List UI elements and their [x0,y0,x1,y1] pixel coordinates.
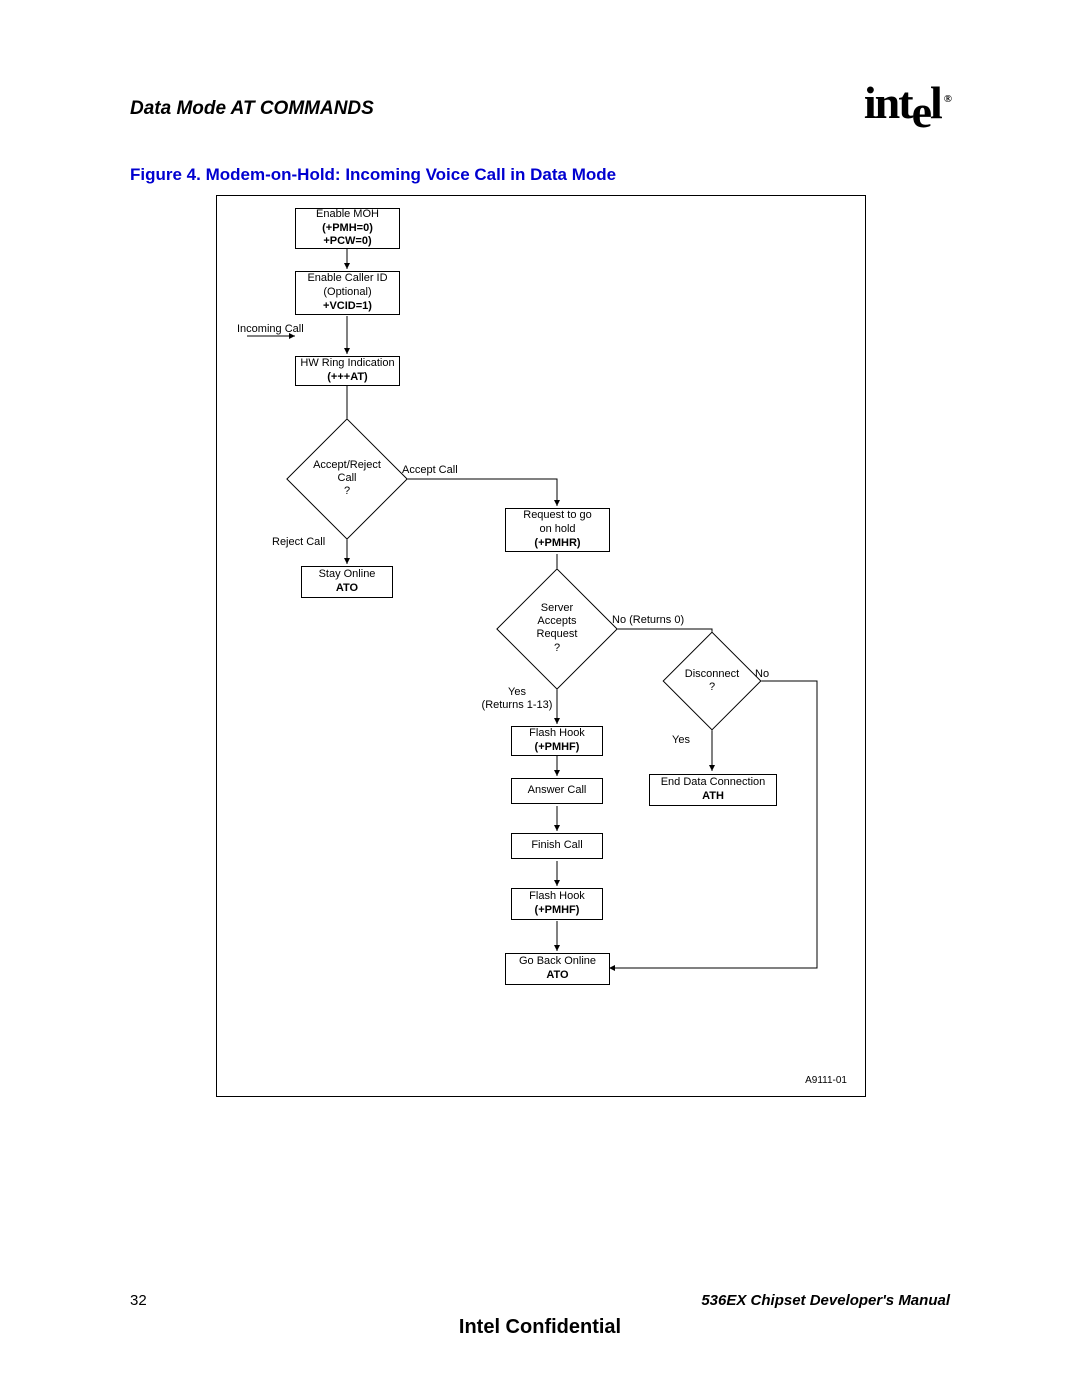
node-flash-hook-2: Flash Hook (+PMHF) [511,888,603,920]
confidential-label: Intel Confidential [0,1316,1080,1339]
decision-disconnect-label: Disconnect ? [662,668,762,694]
label-accept-call: Accept Call [402,464,458,477]
node-stay-online: Stay Online ATO [301,566,393,598]
decision-accept-reject-label: Accept/Reject Call ? [297,459,397,499]
node-end-data: End Data Connection ATH [649,774,777,806]
page-footer: 32 536EX Chipset Developer's Manual [130,1292,950,1309]
node-flash-hook-1: Flash Hook (+PMHF) [511,726,603,756]
label-yes-returns: Yes(Returns 1-13) [477,686,557,712]
label-incoming-call: Incoming Call [237,323,304,336]
figure-number: A9111-01 [805,1075,847,1086]
node-hw-ring: HW Ring Indication (+++AT) [295,356,400,386]
node-answer-call: Answer Call [511,778,603,804]
label-reject-call: Reject Call [272,536,325,549]
section-title: Data Mode AT COMMANDS [130,98,374,120]
node-finish-call: Finish Call [511,833,603,859]
intel-logo: intel® [864,76,950,129]
flowchart-frame: Enable MOH (+PMH=0) +PCW=0) Enable Calle… [216,195,866,1097]
decision-server-accepts-label: Server Accepts Request ? [507,602,607,655]
label-disconnect-no: No [755,668,769,681]
manual-title: 536EX Chipset Developer's Manual [701,1292,950,1309]
figure-caption: Figure 4. Modem-on-Hold: Incoming Voice … [130,165,616,185]
node-go-back-online: Go Back Online ATO [505,953,610,985]
label-no-returns: No (Returns 0) [612,614,684,627]
node-enable-cid: Enable Caller ID (Optional) +VCID=1) [295,271,400,315]
node-enable-moh: Enable MOH (+PMH=0) +PCW=0) [295,208,400,249]
node-request-hold: Request to go on hold (+PMHR) [505,508,610,552]
page-number: 32 [130,1292,147,1309]
label-disconnect-yes: Yes [672,734,690,747]
